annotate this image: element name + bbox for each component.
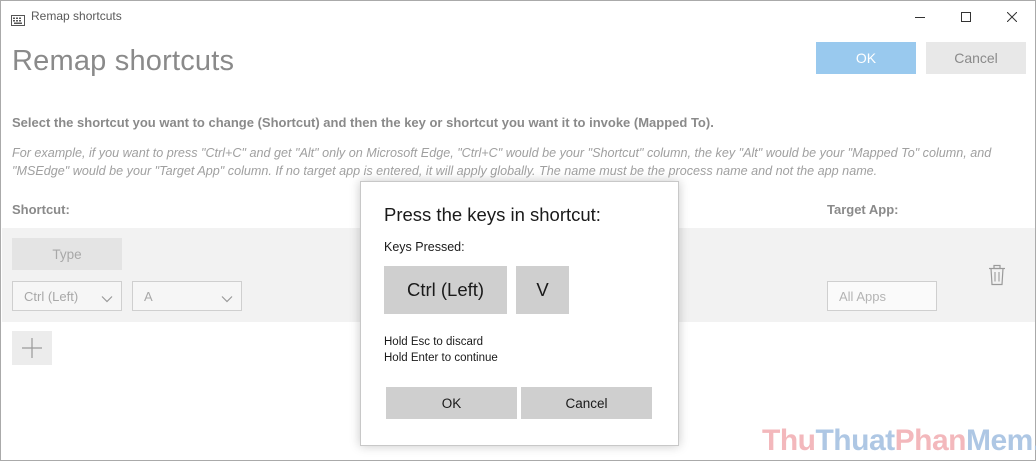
target-app-input[interactable]: All Apps	[827, 281, 937, 311]
add-shortcut-button[interactable]	[12, 331, 52, 365]
example-text: For example, if you want to press "Ctrl+…	[12, 146, 992, 178]
ok-button[interactable]: OK	[816, 42, 916, 74]
cancel-button[interactable]: Cancel	[926, 42, 1026, 74]
close-button[interactable]	[989, 1, 1035, 32]
keys-dialog: Press the keys in shortcut: Keys Pressed…	[360, 181, 679, 446]
maximize-icon	[961, 11, 971, 22]
trash-icon[interactable]	[988, 264, 1006, 286]
maximize-button[interactable]	[943, 1, 989, 32]
shortcut-column-header: Shortcut:	[12, 202, 70, 217]
window-title: Remap shortcuts	[31, 9, 122, 23]
modifier-select-value: Ctrl (Left)	[24, 288, 79, 304]
key-select[interactable]: A	[132, 281, 242, 311]
hint-discard: Hold Esc to discard	[384, 336, 484, 348]
modifier-select[interactable]: Ctrl (Left)	[12, 281, 122, 311]
plus-icon	[22, 338, 42, 358]
dialog-cancel-button[interactable]: Cancel	[521, 387, 652, 419]
keyboard-icon	[11, 11, 25, 26]
key-select-value: A	[144, 288, 153, 304]
key-chip: V	[516, 266, 569, 314]
remap-shortcuts-window: Remap shortcuts Remap shortcuts OK Cance…	[0, 0, 1036, 461]
close-icon	[1007, 11, 1017, 22]
dialog-ok-button[interactable]: OK	[386, 387, 517, 419]
key-chip: Ctrl (Left)	[384, 266, 507, 314]
watermark: ThuThuatPhanMem.vn	[762, 424, 1036, 457]
title-bar: Remap shortcuts	[1, 1, 1035, 32]
hint-continue: Hold Enter to continue	[384, 352, 498, 364]
chevron-down-icon	[221, 291, 233, 306]
minimize-button[interactable]	[897, 1, 943, 32]
chevron-down-icon	[101, 291, 113, 306]
target-app-column-header: Target App:	[827, 202, 899, 217]
instruction-text: Select the shortcut you want to change (…	[12, 115, 714, 130]
type-button[interactable]: Type	[12, 238, 122, 270]
dialog-title: Press the keys in shortcut:	[384, 204, 601, 225]
keys-pressed-label: Keys Pressed:	[384, 240, 465, 254]
target-app-placeholder: All Apps	[839, 288, 886, 304]
minimize-icon	[915, 16, 925, 18]
page-title: Remap shortcuts	[12, 45, 235, 77]
